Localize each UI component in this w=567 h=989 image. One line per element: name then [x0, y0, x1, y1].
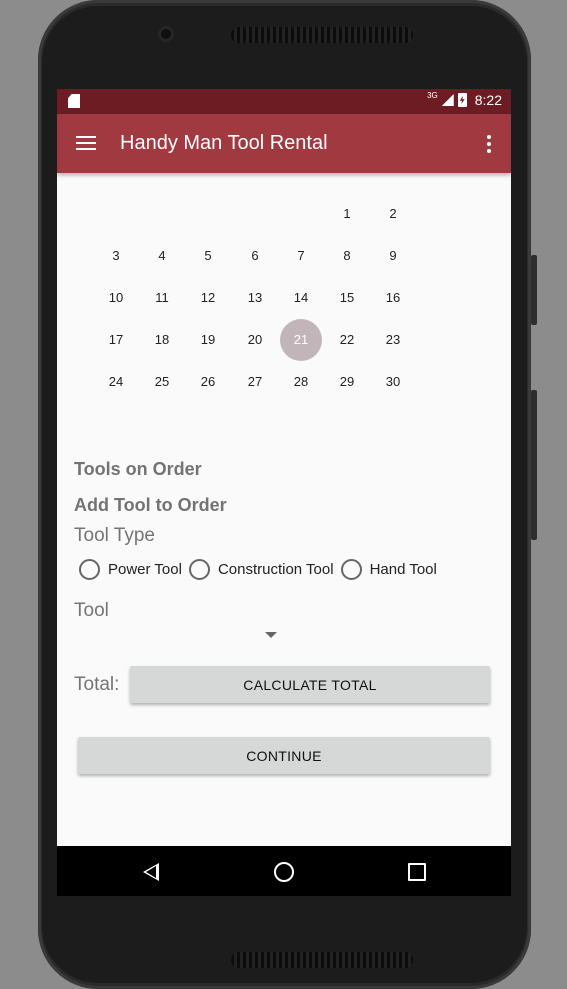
calendar-week: 3 4 5 6 7 8 9 [95, 235, 419, 277]
calendar-day[interactable]: 23 [372, 319, 414, 361]
app-title: Handy Man Tool Rental [120, 132, 328, 154]
volume-button [531, 255, 537, 325]
continue-button[interactable]: CONTINUE [78, 737, 490, 774]
screen: 3G 8:22 Handy Man Tool Rental 1 2 3 4 5 … [57, 89, 511, 896]
calendar-day [187, 193, 229, 235]
tool-spinner-dropdown-icon[interactable] [265, 632, 277, 638]
calendar-day[interactable]: 14 [280, 277, 322, 319]
sd-card-icon [68, 94, 80, 108]
calendar-day[interactable]: 9 [372, 235, 414, 277]
calendar-day[interactable]: 12 [187, 277, 229, 319]
add-tool-title: Add Tool to Order [74, 495, 227, 515]
calendar-day[interactable]: 2 [372, 193, 414, 235]
calendar-day [141, 193, 183, 235]
calendar-day[interactable]: 19 [187, 319, 229, 361]
total-label: Total: [74, 674, 120, 695]
top-speaker [231, 27, 413, 43]
calendar-day[interactable]: 1 [326, 193, 368, 235]
menu-icon[interactable] [76, 136, 96, 150]
calendar-week: 17 18 19 20 21 22 23 [95, 319, 419, 361]
calendar-day[interactable]: 22 [326, 319, 368, 361]
calendar-day[interactable]: 29 [326, 361, 368, 403]
calendar-day[interactable]: 25 [141, 361, 183, 403]
calendar-week: 10 11 12 13 14 15 16 [95, 277, 419, 319]
bottom-speaker [231, 952, 413, 968]
calendar-day[interactable]: 15 [326, 277, 368, 319]
home-icon[interactable] [274, 862, 294, 882]
calendar-day[interactable]: 3 [95, 235, 137, 277]
signal-icon [441, 94, 454, 106]
calendar-day-selected[interactable]: 21 [280, 319, 322, 361]
network-type: 3G [427, 90, 438, 100]
radio-circle-icon [188, 559, 210, 580]
calendar-day[interactable]: 4 [141, 235, 183, 277]
tool-type-label: Tool Type [74, 525, 155, 546]
battery-charging-icon [457, 93, 467, 107]
calendar-day [280, 193, 322, 235]
app-bar: Handy Man Tool Rental [57, 114, 511, 173]
calendar-day[interactable]: 20 [234, 319, 276, 361]
calendar-week: 24 25 26 27 28 29 30 [95, 361, 419, 403]
radio-construction-tool[interactable]: Construction Tool [188, 559, 334, 580]
radio-label: Construction Tool [217, 561, 334, 578]
front-camera [158, 26, 174, 42]
calendar-day [95, 193, 137, 235]
calendar-day[interactable]: 10 [95, 277, 137, 319]
status-time: 8:22 [474, 92, 502, 108]
tool-type-radio-group: Power Tool Construction Tool Hand Tool [79, 559, 444, 580]
calculate-total-button[interactable]: CALCULATE TOTAL [130, 666, 490, 703]
calendar-day[interactable]: 28 [280, 361, 322, 403]
calendar-day[interactable]: 17 [95, 319, 137, 361]
radio-label: Hand Tool [369, 561, 437, 578]
calendar-day[interactable]: 7 [280, 235, 322, 277]
calendar-day[interactable]: 11 [141, 277, 183, 319]
calendar-day[interactable]: 27 [234, 361, 276, 403]
calendar-day [234, 193, 276, 235]
status-bar: 3G 8:22 [57, 89, 511, 114]
recent-apps-icon[interactable] [408, 863, 426, 881]
back-icon[interactable] [143, 863, 159, 881]
tools-on-order-title: Tools on Order [74, 459, 202, 479]
tool-label: Tool [74, 600, 109, 621]
calendar-day[interactable]: 24 [95, 361, 137, 403]
power-button [531, 390, 537, 540]
overflow-menu-icon[interactable] [487, 135, 491, 153]
calendar-day[interactable]: 13 [234, 277, 276, 319]
calendar-day[interactable]: 26 [187, 361, 229, 403]
radio-hand-tool[interactable]: Hand Tool [340, 559, 437, 580]
calendar-day[interactable]: 16 [372, 277, 414, 319]
calendar-day[interactable]: 6 [234, 235, 276, 277]
navigation-bar [57, 846, 511, 896]
radio-circle-icon [340, 559, 362, 580]
calendar-week: 1 2 [95, 193, 419, 235]
radio-label: Power Tool [108, 561, 182, 578]
calendar-day[interactable]: 8 [326, 235, 368, 277]
calendar-day[interactable]: 30 [372, 361, 414, 403]
calendar-day[interactable]: 5 [187, 235, 229, 277]
radio-circle-icon [79, 559, 100, 580]
radio-power-tool[interactable]: Power Tool [79, 559, 182, 580]
calendar-day[interactable]: 18 [141, 319, 183, 361]
